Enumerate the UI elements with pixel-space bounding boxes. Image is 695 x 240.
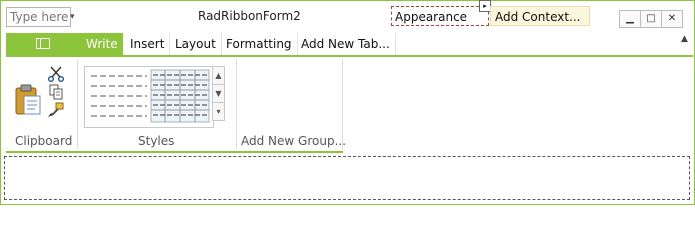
group-separator: [342, 59, 343, 149]
gallery-scroll-up-icon[interactable]: ▲: [212, 66, 225, 85]
add-new-group-button[interactable]: Add New Group...: [241, 134, 346, 148]
context-group-label: Appearance: [395, 10, 468, 24]
qat-customize-dropdown-icon[interactable]: ▾: [70, 11, 75, 23]
close-icon[interactable]: ✕: [661, 10, 683, 28]
group-separator: [77, 59, 78, 149]
tab-add-new-tab[interactable]: Add New Tab...: [296, 33, 396, 55]
styles-gallery-preview: [91, 69, 210, 123]
application-menu-button[interactable]: [6, 33, 81, 55]
group-separator: [236, 59, 237, 149]
form-title: RadRibbonForm2: [198, 9, 301, 23]
collapse-ribbon-icon[interactable]: ▲: [681, 34, 688, 44]
application-menu-icon: [36, 38, 50, 49]
format-painter-icon[interactable]: [47, 102, 65, 118]
group-label-clipboard: Clipboard: [15, 134, 73, 148]
gallery-scroll-buttons: ▲ ▼ ▾: [212, 66, 225, 126]
paste-icon[interactable]: [14, 84, 42, 116]
styles-gallery[interactable]: [84, 66, 214, 128]
ribbon-tab-underline: [6, 151, 343, 153]
form-client-area[interactable]: [4, 156, 690, 200]
tab-layout[interactable]: Layout: [170, 33, 222, 55]
group-label-styles: Styles: [138, 134, 175, 148]
cut-icon[interactable]: [47, 66, 65, 82]
context-group-appearance[interactable]: Appearance: [391, 6, 489, 26]
tab-write[interactable]: Write: [81, 33, 123, 55]
add-context-button[interactable]: Add Context...: [490, 6, 590, 26]
gallery-expand-icon[interactable]: ▾: [212, 102, 225, 121]
copy-icon[interactable]: [47, 84, 65, 100]
maximize-icon[interactable]: □: [640, 10, 662, 28]
tab-insert[interactable]: Insert: [125, 33, 171, 55]
window-controls: ▁ □ ✕: [619, 10, 683, 28]
qat-type-here-input[interactable]: Type here: [6, 7, 71, 27]
minimize-icon[interactable]: ▁: [619, 10, 641, 28]
tab-formatting[interactable]: Formatting: [221, 33, 298, 55]
gallery-scroll-down-icon[interactable]: ▼: [212, 84, 225, 103]
add-context-label: Add Context...: [495, 10, 581, 24]
